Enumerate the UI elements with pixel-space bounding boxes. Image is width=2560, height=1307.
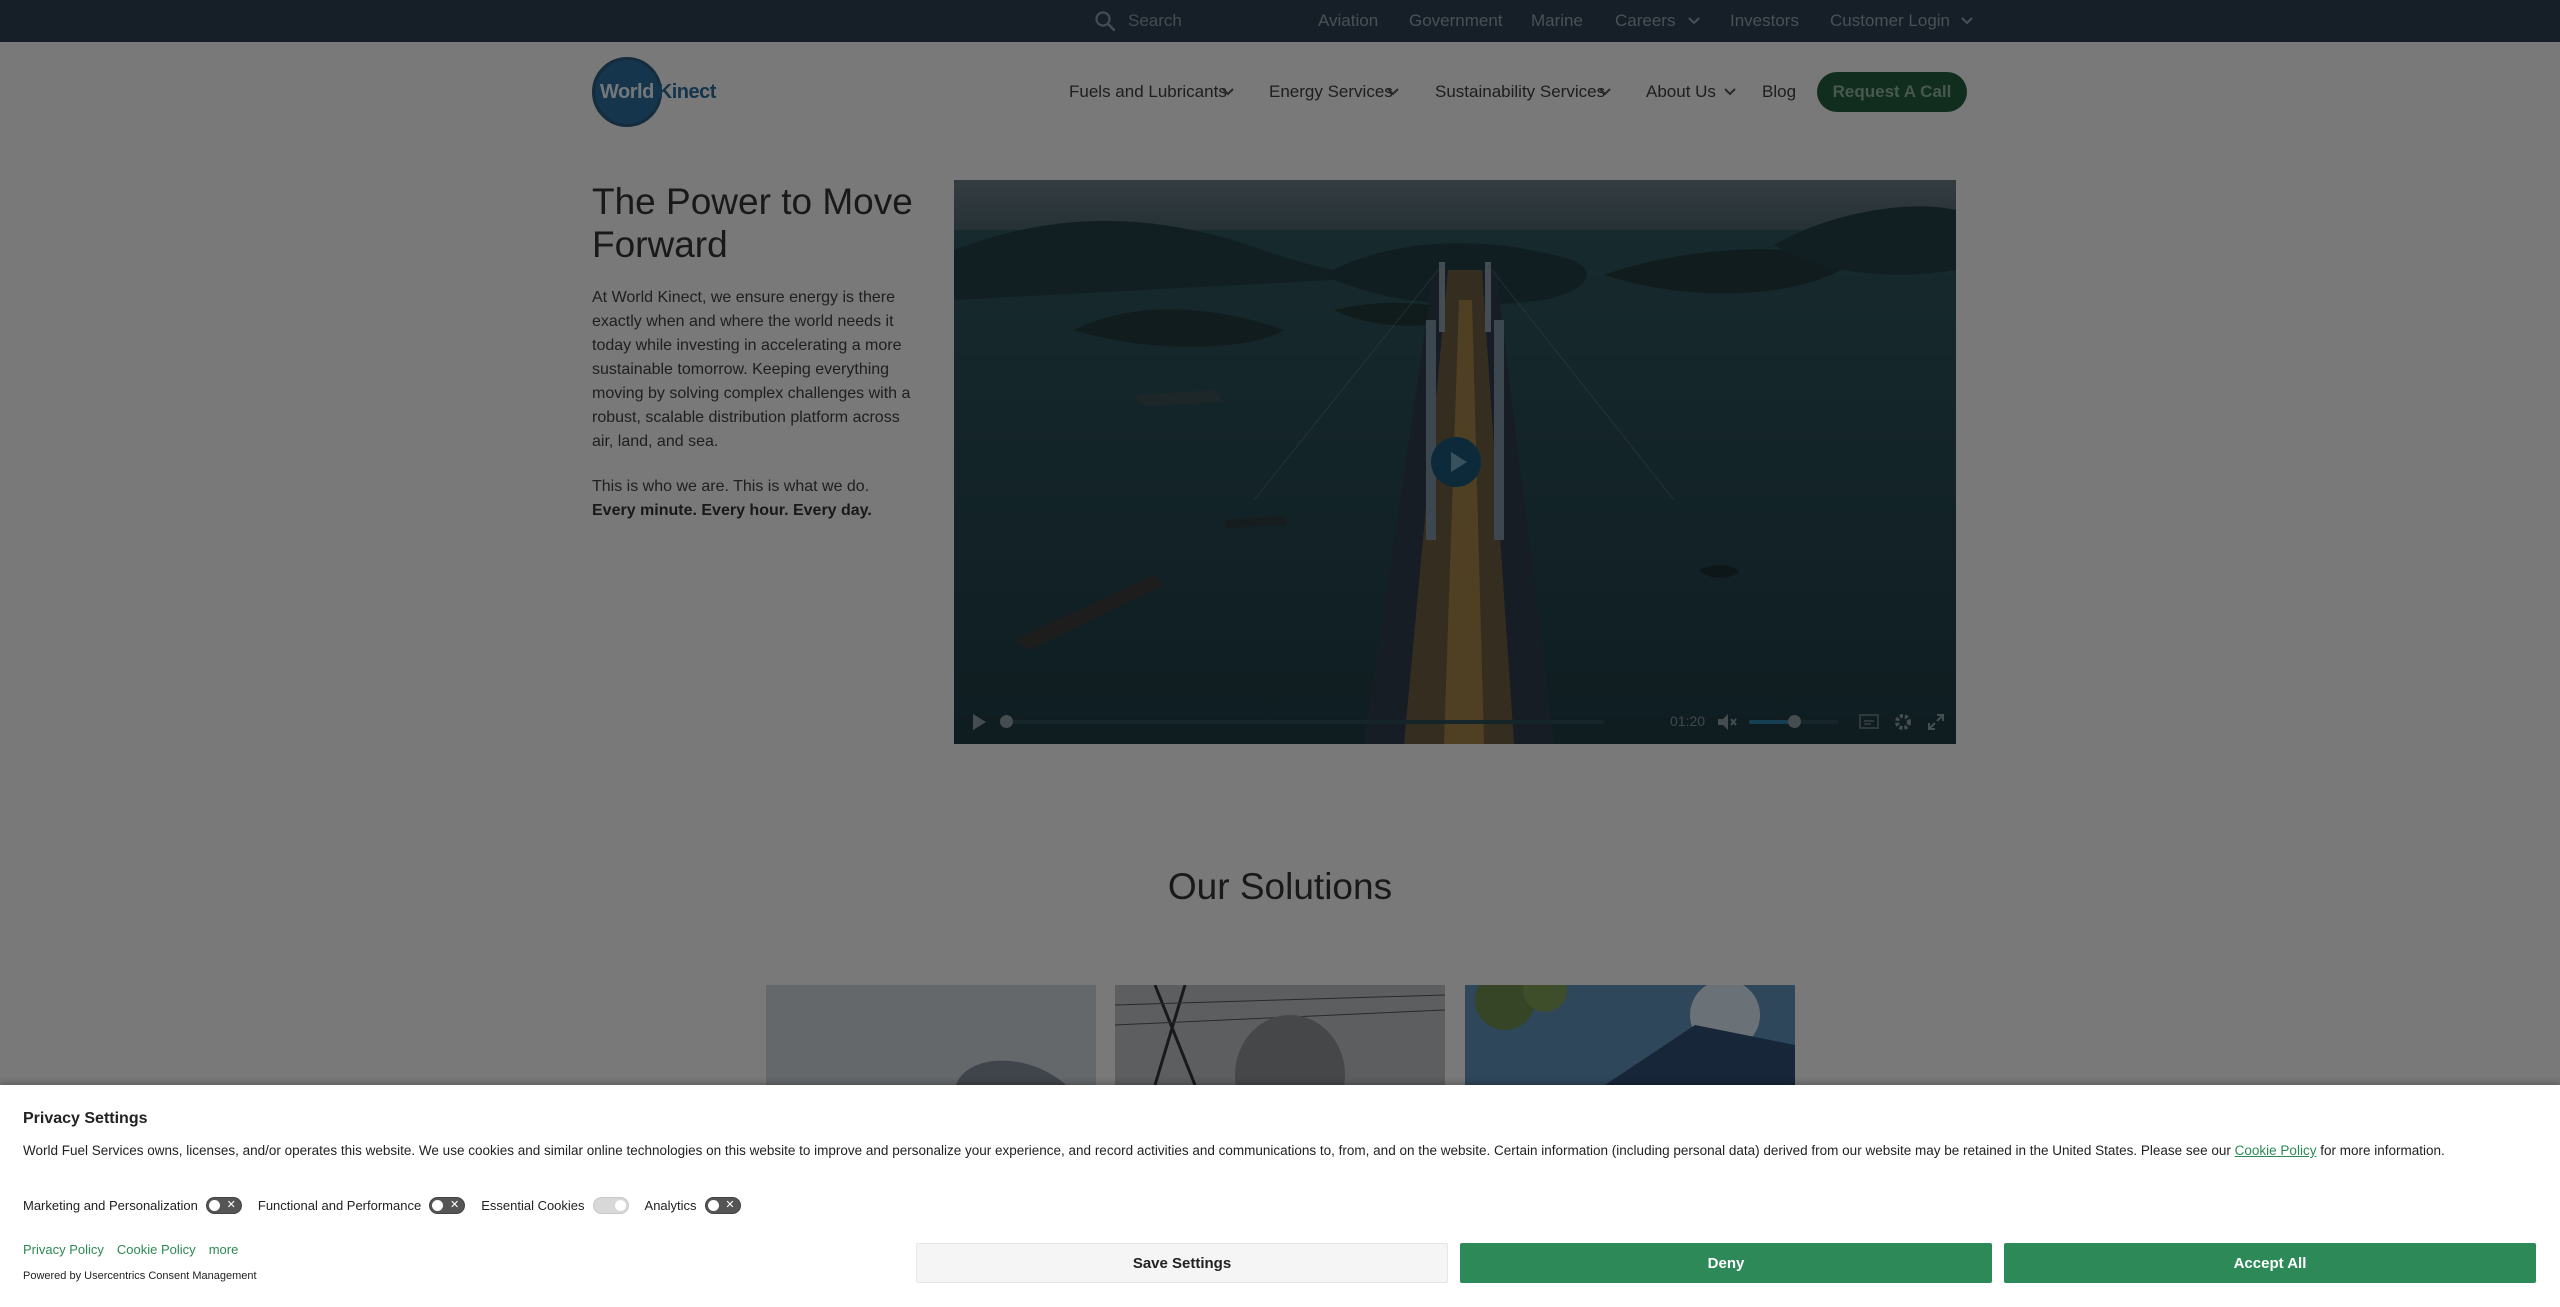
powered-by-text: Powered by Usercentrics Consent Manageme… bbox=[23, 1270, 257, 1282]
toggle-functional[interactable]: Functional and Performance ✕ bbox=[258, 1197, 466, 1214]
cookie-policy-link[interactable]: Cookie Policy bbox=[117, 1242, 196, 1257]
deny-button[interactable]: Deny bbox=[1460, 1243, 1992, 1283]
consent-toggles: Marketing and Personalization ✕ Function… bbox=[23, 1197, 757, 1214]
toggle-switch[interactable]: ✕ bbox=[429, 1197, 466, 1214]
toggle-switch[interactable]: ✕ bbox=[704, 1197, 741, 1214]
consent-links: Privacy Policy Cookie Policy more bbox=[23, 1242, 251, 1257]
toggle-marketing[interactable]: Marketing and Personalization ✕ bbox=[23, 1197, 242, 1214]
consent-title: Privacy Settings bbox=[23, 1110, 148, 1127]
cookie-policy-inline-link[interactable]: Cookie Policy bbox=[2235, 1143, 2317, 1158]
save-settings-button[interactable]: Save Settings bbox=[916, 1243, 1448, 1283]
accept-all-button[interactable]: Accept All bbox=[2004, 1243, 2536, 1283]
toggle-analytics[interactable]: Analytics ✕ bbox=[645, 1197, 741, 1214]
more-link[interactable]: more bbox=[209, 1242, 239, 1257]
toggle-switch[interactable]: ✕ bbox=[205, 1197, 242, 1214]
consent-text: World Fuel Services owns, licenses, and/… bbox=[23, 1143, 2445, 1158]
privacy-consent-banner: Privacy Settings World Fuel Services own… bbox=[0, 1085, 2560, 1307]
toggle-essential: Essential Cookies bbox=[481, 1197, 629, 1214]
toggle-switch-disabled bbox=[592, 1197, 629, 1214]
privacy-policy-link[interactable]: Privacy Policy bbox=[23, 1242, 104, 1257]
